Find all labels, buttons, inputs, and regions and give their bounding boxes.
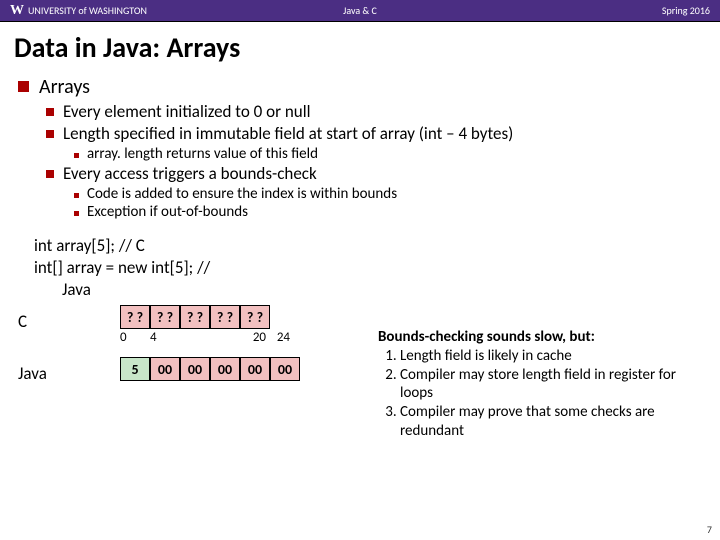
slide-title: Data in Java: Arrays [0, 22, 720, 71]
square-bullet-icon [46, 170, 54, 178]
bullet-l3: Code is added to ensure the index is wit… [74, 185, 702, 203]
tick-label: 0 [120, 330, 150, 345]
bullet-text: Every access triggers a bounds-check [63, 163, 317, 184]
array-cell: ? ? [150, 305, 180, 329]
array-cell: ? ? [180, 305, 210, 329]
square-bullet-icon [46, 108, 54, 116]
diagram-cells-wrap: ? ? ? ? ? ? ? ? ? ? 0 4 20 24 [120, 305, 290, 345]
array-cell: 00 [270, 357, 300, 381]
bullet-text: array. length returns value of this fiel… [87, 145, 318, 163]
uw-logo: W [10, 3, 24, 19]
array-cell: 00 [150, 357, 180, 381]
diagram-label: C [18, 305, 68, 332]
tick-label: 20 [240, 330, 266, 345]
array-cell: ? ? [210, 305, 240, 329]
array-cell: ? ? [120, 305, 150, 329]
header-left: W UNIVERSITY of WASHINGTON [10, 3, 147, 19]
note-heading: Bounds-checking sounds slow, but: [378, 328, 698, 347]
array-cell: 00 [180, 357, 210, 381]
note-item: Length field is likely in cache [400, 347, 698, 366]
term-label: Spring 2016 [662, 4, 710, 17]
bullet-text: Arrays [39, 75, 90, 99]
bullet-l2: Every access triggers a bounds-check [46, 163, 702, 184]
square-bullet-icon [74, 211, 79, 216]
code-block: int array[5]; // C int[] array = new int… [34, 235, 702, 301]
square-bullet-icon [18, 81, 29, 92]
bullet-l2: Every element initialized to 0 or null [46, 101, 702, 122]
bullet-l1: Arrays [18, 75, 702, 99]
code-line: int[] array = new int[5]; // [34, 257, 702, 279]
slide-header: W UNIVERSITY of WASHINGTON Java & C Spri… [0, 0, 720, 22]
note-item: Compiler may store length field in regis… [400, 366, 698, 404]
square-bullet-icon [74, 193, 79, 198]
bullet-text: Length specified in immutable field at s… [63, 123, 513, 144]
code-line: Java [62, 279, 702, 301]
c-cells: ? ? ? ? ? ? ? ? ? ? [120, 305, 290, 329]
bullet-text: Code is added to ensure the index is wit… [87, 185, 397, 203]
note-item: Compiler may prove that some checks are … [400, 403, 698, 441]
bullet-l3: array. length returns value of this fiel… [74, 145, 702, 163]
bullet-text: Every element initialized to 0 or null [63, 101, 311, 122]
java-cells: 5 00 00 00 00 00 [120, 357, 300, 381]
tick-label [180, 330, 210, 345]
tick-label: 24 [266, 330, 290, 345]
tick-label [210, 330, 240, 345]
institution-name: UNIVERSITY of WASHINGTON [28, 4, 147, 17]
diagram-label: Java [18, 357, 68, 384]
bounds-check-note: Bounds-checking sounds slow, but: Length… [378, 328, 698, 441]
tick-row: 0 4 20 24 [120, 330, 290, 345]
square-bullet-icon [74, 153, 79, 158]
bullet-l2: Length specified in immutable field at s… [46, 123, 702, 144]
square-bullet-icon [46, 130, 54, 138]
page-number: 7 [707, 523, 712, 536]
bullet-text: Exception if out-of-bounds [87, 203, 248, 221]
array-cell: 00 [210, 357, 240, 381]
bullet-l3: Exception if out-of-bounds [74, 203, 702, 221]
code-line: int array[5]; // C [34, 235, 702, 257]
course-label: Java & C [343, 4, 377, 17]
tick-label: 4 [150, 330, 180, 345]
array-cell: 00 [240, 357, 270, 381]
length-cell: 5 [120, 357, 150, 381]
array-cell: ? ? [240, 305, 270, 329]
